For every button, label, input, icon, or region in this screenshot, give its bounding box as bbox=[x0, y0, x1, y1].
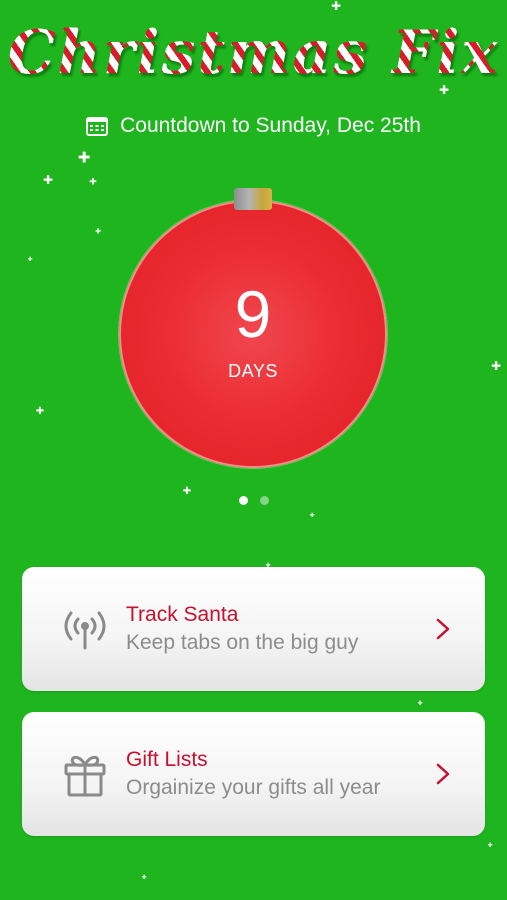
sparkle-icon: ✚ bbox=[95, 227, 101, 236]
sparkle-icon: ✚ bbox=[490, 359, 502, 373]
page-dot-1[interactable] bbox=[238, 496, 248, 505]
countdown-label: Countdown to Sunday, Dec 25th bbox=[120, 114, 421, 137]
sparkle-icon: ✚ bbox=[309, 512, 315, 519]
gift-lists-card[interactable]: Gift Lists Orgainize your gifts all year bbox=[22, 712, 485, 836]
days-remaining-value: 9 bbox=[234, 276, 272, 351]
sparkle-icon: ✚ bbox=[77, 148, 91, 167]
chevron-right-icon bbox=[436, 618, 450, 640]
sparkle-icon: ✚ bbox=[42, 173, 54, 187]
sparkle-icon: ✚ bbox=[330, 0, 342, 13]
sparkle-icon: ✚ bbox=[487, 842, 493, 849]
sparkle-icon: ✚ bbox=[27, 256, 33, 263]
card-subtitle: Keep tabs on the big guy bbox=[126, 630, 359, 654]
sparkle-icon: ✚ bbox=[141, 874, 147, 881]
track-santa-card[interactable]: Track Santa Keep tabs on the big guy bbox=[22, 567, 485, 691]
sparkle-icon: ✚ bbox=[417, 700, 423, 707]
sparkle-icon: ✚ bbox=[89, 177, 97, 188]
countdown-ornament[interactable]: 9 DAYS bbox=[119, 200, 387, 468]
page-indicator bbox=[0, 496, 507, 505]
card-subtitle: Orgainize your gifts all year bbox=[126, 775, 381, 799]
card-title: Gift Lists bbox=[126, 747, 208, 771]
chevron-right-icon bbox=[436, 763, 450, 785]
calendar-icon bbox=[86, 117, 109, 136]
page-dot-2[interactable] bbox=[259, 496, 269, 505]
card-title: Track Santa bbox=[126, 602, 239, 626]
ornament-cap bbox=[234, 188, 272, 210]
radio-tower-icon bbox=[64, 611, 106, 650]
app-title: Christmas Fix bbox=[0, 18, 507, 88]
days-unit-label: DAYS bbox=[228, 360, 278, 381]
gift-icon bbox=[64, 755, 106, 797]
sparkle-icon: ✚ bbox=[35, 406, 45, 417]
countdown-header: Countdown to Sunday, Dec 25th bbox=[0, 114, 507, 138]
